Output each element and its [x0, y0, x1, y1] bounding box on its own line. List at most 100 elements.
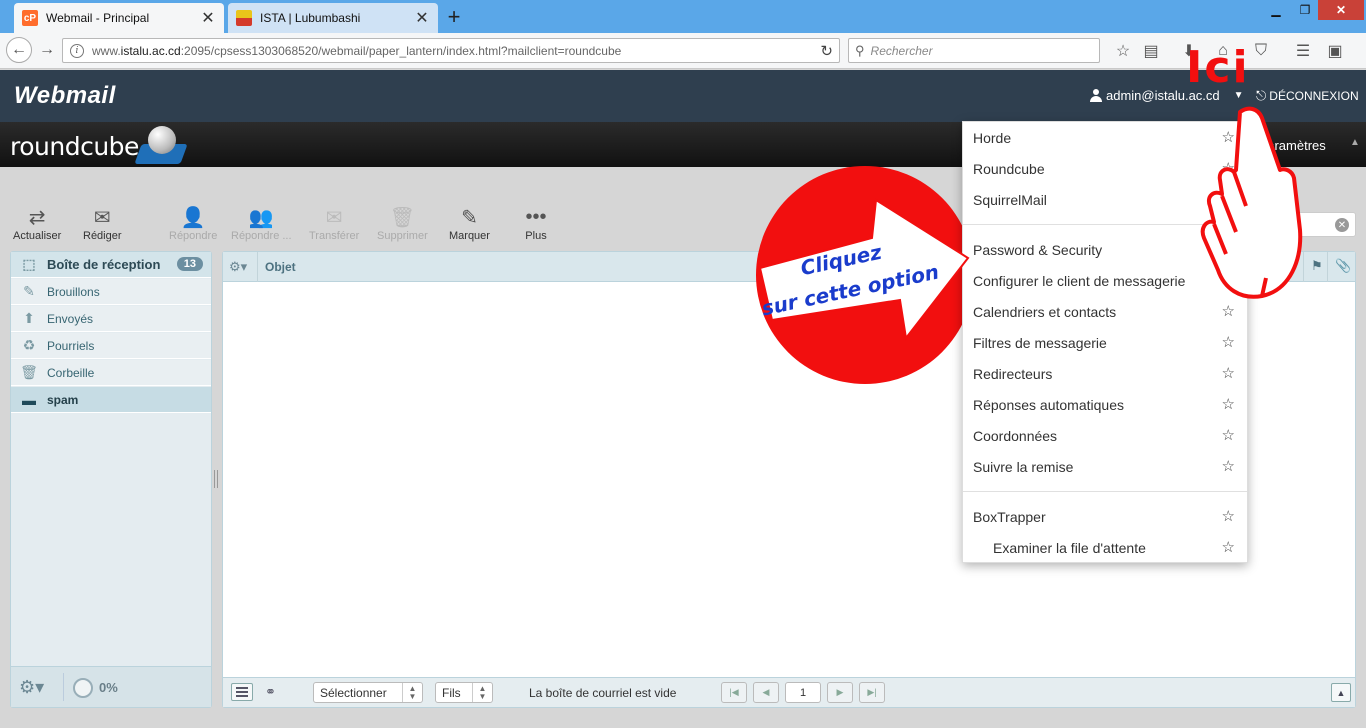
tab-webmail[interactable]: cP Webmail - Principal ✕ — [14, 3, 224, 33]
pocket-icon[interactable]: ⛉ — [1250, 41, 1272, 61]
folder-junk[interactable]: ♻ Pourriels — [11, 333, 211, 359]
close-window-button[interactable]: ✕ — [1318, 0, 1364, 20]
refresh-button[interactable]: ⇄ Actualiser — [13, 204, 61, 243]
folder-sent[interactable]: ⬆ Envoyés — [11, 306, 211, 332]
menu-item-roundcube[interactable]: Roundcube ☆ — [963, 155, 1247, 183]
close-tab-icon[interactable]: ✕ — [200, 8, 216, 28]
reading-list-icon[interactable]: ▤ — [1140, 41, 1162, 61]
folder-drafts[interactable]: ✎ Brouillons — [11, 279, 211, 305]
menu-item-configure-mail-client[interactable]: Configurer le client de messagerie ☆ — [963, 267, 1247, 295]
menu-item-forwarders[interactable]: Redirecteurs ☆ — [963, 360, 1247, 388]
tab-ista[interactable]: ISTA | Lubumbashi ✕ — [228, 3, 438, 33]
menu-item-label: Coordonnées — [973, 428, 1058, 444]
folder-name: spam — [47, 392, 79, 407]
minimize-button[interactable]: ▁ — [1262, 0, 1290, 20]
settings-link[interactable]: ⚙ Paramètres ▲ — [1240, 137, 1360, 154]
select-dropdown[interactable]: Sélectionner ▲ ▼ — [313, 682, 423, 703]
bookmark-star-icon[interactable]: ☆ — [1112, 41, 1134, 61]
new-tab-button[interactable]: + — [444, 4, 464, 30]
mark-label: Marquer — [449, 230, 490, 242]
star-outline-icon[interactable]: ☆ — [1222, 333, 1235, 351]
star-outline-icon[interactable]: ☆ — [1222, 240, 1235, 258]
url-host: istalu.ac.cd — [120, 43, 181, 58]
tab-title: ISTA | Lubumbashi — [260, 11, 361, 25]
threads-icon[interactable]: ⚭ — [265, 684, 276, 700]
more-icon: ••• — [525, 205, 547, 228]
clear-search-icon[interactable]: ✕ — [1335, 218, 1349, 232]
caret-up-icon: ▲ — [1350, 137, 1360, 148]
star-outline-icon[interactable]: ☆ — [1222, 159, 1235, 177]
search-placeholder: Rechercher — [870, 43, 933, 58]
flag-icon[interactable]: ⚑ — [1311, 258, 1323, 274]
expand-preview-icon[interactable]: ▲ — [1331, 683, 1351, 702]
pencil-icon: ✎ — [23, 283, 35, 299]
prev-page-button[interactable]: ◀ — [753, 682, 779, 703]
star-outline-icon[interactable]: ☆ — [1222, 190, 1235, 208]
browser-search-input[interactable]: ⚲ Rechercher — [848, 38, 1100, 63]
star-outline-icon[interactable]: ☆ — [1222, 395, 1235, 413]
folder-footer: ⚙▾ 0% — [11, 666, 211, 707]
menu-item-calendars-contacts[interactable]: Calendriers et contacts ☆ — [963, 298, 1247, 326]
folder-inbox[interactable]: ⬚ Boîte de réception 13 — [11, 252, 211, 278]
reply-button[interactable]: 👤 Répondre — [169, 204, 217, 243]
logout-button[interactable]: ⎋ DÉCONNEXION — [1256, 88, 1359, 104]
menu-item-label: Réponses automatiques — [973, 397, 1124, 413]
star-outline-icon[interactable]: ☆ — [1222, 302, 1235, 320]
menu-item-squirrelmail[interactable]: SquirrelMail ☆ — [963, 186, 1247, 214]
menu-item-contact-info[interactable]: Coordonnées ☆ — [963, 422, 1247, 450]
menu-item-review-queue[interactable]: Examiner la file d'attente ☆ — [963, 534, 1247, 562]
next-page-button[interactable]: ▶ — [827, 682, 853, 703]
first-page-button[interactable]: |◀ — [721, 682, 747, 703]
star-outline-icon[interactable]: ☆ — [1222, 457, 1235, 475]
column-size[interactable]: Taille — [1249, 260, 1279, 274]
logout-icon: ⎋ — [1256, 88, 1267, 103]
menu-item-autoresponders[interactable]: Réponses automatiques ☆ — [963, 391, 1247, 419]
column-subject[interactable]: Objet — [265, 260, 296, 274]
delete-button[interactable]: 🗑 Supprimer — [377, 204, 428, 243]
star-outline-icon[interactable]: ☆ — [1222, 128, 1235, 146]
list-view-icon[interactable] — [231, 683, 253, 701]
menu-item-mail-filters[interactable]: Filtres de messagerie ☆ — [963, 329, 1247, 357]
forward-mail-button[interactable]: ✉ Transférer — [309, 204, 359, 243]
list-options-icon[interactable]: ⚙▾ — [229, 259, 247, 275]
logout-label: DÉCONNEXION — [1269, 89, 1359, 103]
browser-nav-bar: ← → i www. istalu.ac.cd:2095/cpsess130306… — [0, 33, 1366, 69]
menu-item-horde[interactable]: Horde ☆ — [963, 124, 1247, 152]
menu-item-label: Redirecteurs — [973, 366, 1053, 382]
folder-settings-icon[interactable]: ⚙▾ — [19, 677, 44, 698]
more-button[interactable]: ••• Plus — [518, 204, 554, 243]
close-tab-icon[interactable]: ✕ — [414, 8, 430, 28]
menu-icon[interactable]: ☰ — [1292, 41, 1314, 61]
star-outline-icon[interactable]: ☆ — [1222, 271, 1235, 289]
select-label: Sélectionner — [320, 685, 387, 700]
extension-icon[interactable]: ▣ — [1324, 41, 1346, 61]
reload-icon[interactable]: ↻ — [820, 42, 833, 60]
star-outline-icon[interactable]: ☆ — [1222, 538, 1235, 556]
mark-button[interactable]: ✎ Marquer — [449, 204, 490, 243]
menu-item-track-delivery[interactable]: Suivre la remise ☆ — [963, 453, 1247, 481]
info-icon[interactable]: i — [70, 43, 84, 58]
back-button[interactable]: ← — [6, 37, 32, 63]
folder-spam[interactable]: ▬ spam — [11, 387, 211, 413]
threads-dropdown[interactable]: Fils ▲ ▼ — [435, 682, 493, 703]
reply-icon: 👤 — [180, 206, 206, 229]
reply-all-button[interactable]: 👥 Répondre ... — [231, 204, 292, 243]
attachment-icon[interactable]: 📎 — [1335, 258, 1351, 274]
page-input[interactable]: 1 — [785, 682, 821, 703]
forward-button[interactable]: → — [36, 38, 58, 62]
pane-splitter[interactable] — [214, 470, 218, 488]
webmail-logo[interactable]: Webmail — [14, 82, 116, 110]
url-bar[interactable]: i www. istalu.ac.cd:2095/cpsess1303068520… — [62, 38, 840, 63]
menu-item-password-security[interactable]: Password & Security ☆ — [963, 236, 1247, 264]
compose-button[interactable]: ✉ Rédiger — [83, 204, 122, 243]
menu-item-boxtrapper[interactable]: BoxTrapper ☆ — [963, 503, 1247, 531]
last-page-button[interactable]: ▶| — [859, 682, 885, 703]
star-outline-icon[interactable]: ☆ — [1222, 426, 1235, 444]
message-list-footer: ⚭ Sélectionner ▲ ▼ Fils ▲ ▼ La boîte de co… — [223, 677, 1355, 707]
maximize-button[interactable]: ❐ — [1292, 0, 1318, 20]
star-outline-icon[interactable]: ☆ — [1222, 364, 1235, 382]
star-outline-icon[interactable]: ☆ — [1222, 507, 1235, 525]
folder-icon: ▬ — [22, 391, 36, 408]
mark-icon: ✎ — [461, 206, 478, 229]
folder-trash[interactable]: 🗑 Corbeille — [11, 360, 211, 386]
